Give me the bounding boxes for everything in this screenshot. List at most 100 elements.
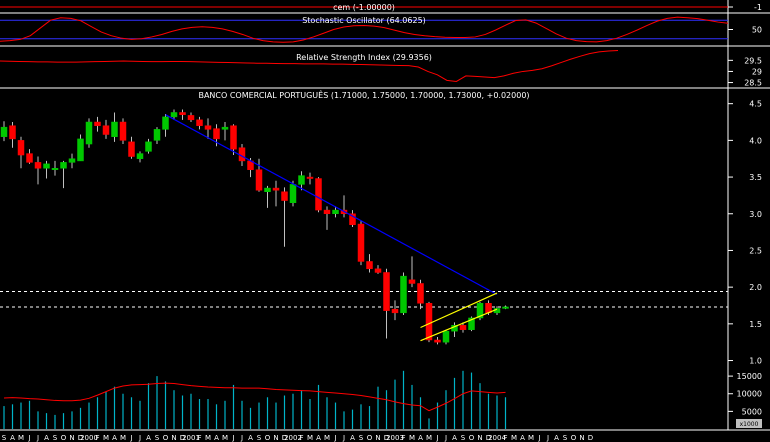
x-axis-label: J [36, 434, 39, 442]
stock-chart: -1 50 29.5 29 28.5 4.5 4.0 3.5 3.0 2.5 2.0 1.5 1.0 15… [0, 0, 770, 442]
candle-down [119, 121, 127, 141]
stochastic-tick-label: 50 [752, 26, 762, 35]
candle-up [0, 126, 8, 137]
x-axis-label: J [435, 434, 438, 442]
candle-up [43, 163, 50, 169]
x-axis-label: N [579, 434, 584, 442]
volume-multiplier-badge: x1000 [740, 421, 759, 428]
x-axis-label: M [18, 434, 24, 442]
candle-down [281, 191, 288, 201]
volume-tick-label: 5000 [742, 407, 762, 416]
price-tick-label: 3.5 [749, 173, 762, 182]
price-tick-label: 2.5 [749, 246, 762, 255]
x-axis-label: A [520, 434, 525, 442]
x-axis-label: A [214, 434, 219, 442]
candle-down [34, 162, 42, 169]
x-axis-label: S [257, 434, 262, 442]
candle-up [60, 162, 67, 169]
x-axis-label: J [333, 434, 336, 442]
x-axis-label: M [120, 434, 126, 442]
candle-up [136, 153, 144, 159]
x-axis-label: M [205, 434, 211, 442]
candle-up [400, 275, 407, 314]
x-axis-label: D [588, 434, 593, 442]
x-axis-label: N [477, 434, 482, 442]
x-axis-label: M [103, 434, 109, 442]
x-axis-label: S [155, 434, 160, 442]
candle-down [213, 128, 220, 140]
x-axis-label: J [138, 434, 141, 442]
x-axis-label: O [265, 434, 271, 442]
price-tick-label: 3.0 [749, 210, 762, 219]
x-axis-label: S [461, 434, 466, 442]
x-axis-label: M [426, 434, 432, 442]
x-axis-label: A [146, 434, 151, 442]
candle-down [204, 125, 212, 130]
rsi-tick-label: 29 [752, 67, 762, 76]
x-axis-label: M [528, 434, 534, 442]
x-axis-label: O [571, 434, 577, 442]
candle-down [366, 261, 373, 270]
candle-up [298, 175, 305, 185]
x-axis-label: M [222, 434, 228, 442]
candle-up [77, 138, 84, 162]
candle-down [17, 140, 25, 156]
volume-average-line [3, 382, 506, 412]
price-tick-label: 2.0 [749, 283, 762, 292]
x-axis-label: J [231, 434, 234, 442]
candle-down [102, 125, 110, 135]
rsi-panel-title: Relative Strength Index (29.9356) [296, 53, 432, 62]
x-axis-label: S [563, 434, 568, 442]
candle-down [306, 176, 314, 179]
x-axis-label: A [316, 434, 321, 442]
candle-up [145, 141, 152, 152]
candle-up [502, 306, 509, 309]
price-tick-label: 4.0 [749, 136, 762, 145]
x-axis-label: A [44, 434, 49, 442]
candle-down [425, 303, 433, 341]
x-axis-label: N [69, 434, 74, 442]
candle-up [153, 129, 161, 141]
x-axis-label: O [367, 434, 373, 442]
x-axis-label: F [299, 434, 303, 442]
candle-down [315, 178, 322, 211]
grid-layer [0, 6, 728, 308]
x-axis-label: J [546, 434, 549, 442]
rsi-tick-label: 29.5 [744, 56, 762, 65]
stochastic-panel-title: Stochastic Oscillator (64.0625) [302, 16, 426, 25]
x-axis-label: A [350, 434, 355, 442]
x-axis-label: S [53, 434, 58, 442]
x-axis-label: A [452, 434, 457, 442]
x-axis-label: F [95, 434, 99, 442]
x-axis-label: S [2, 434, 7, 442]
candle-down [459, 325, 467, 330]
x-axis-label: M [511, 434, 517, 442]
candle-up [332, 209, 339, 215]
volume-layer [3, 370, 507, 429]
volume-tick-label: 10000 [737, 390, 762, 399]
x-axis-label: N [171, 434, 176, 442]
candle-down [434, 339, 441, 343]
x-axis-label: A [248, 434, 253, 442]
candle-up [170, 112, 178, 118]
x-axis-label: J [240, 434, 243, 442]
candle-up [85, 121, 93, 145]
x-axis-label: A [554, 434, 559, 442]
candle-down [238, 147, 246, 162]
x-axis-label: M [324, 434, 330, 442]
x-axis-label: M [307, 434, 313, 442]
price-tick-label: 1.0 [749, 357, 762, 366]
x-axis-label: S [359, 434, 364, 442]
price-tick-label: 4.5 [749, 100, 762, 109]
candle-up [289, 184, 297, 204]
candle-down [230, 125, 237, 150]
x-axis-label: J [27, 434, 30, 442]
x-axis-label: A [112, 434, 117, 442]
x-axis-label: O [61, 434, 67, 442]
candle-down [272, 187, 280, 191]
x-axis-label: J [342, 434, 345, 442]
candle-down [94, 121, 101, 126]
x-axis-label: J [129, 434, 132, 442]
axis-ticks-layer: -1 50 29.5 29 28.5 4.5 4.0 3.5 3.0 2.5 2.0 1.5 1.0 15… [728, 3, 762, 416]
candle-down [357, 223, 365, 262]
